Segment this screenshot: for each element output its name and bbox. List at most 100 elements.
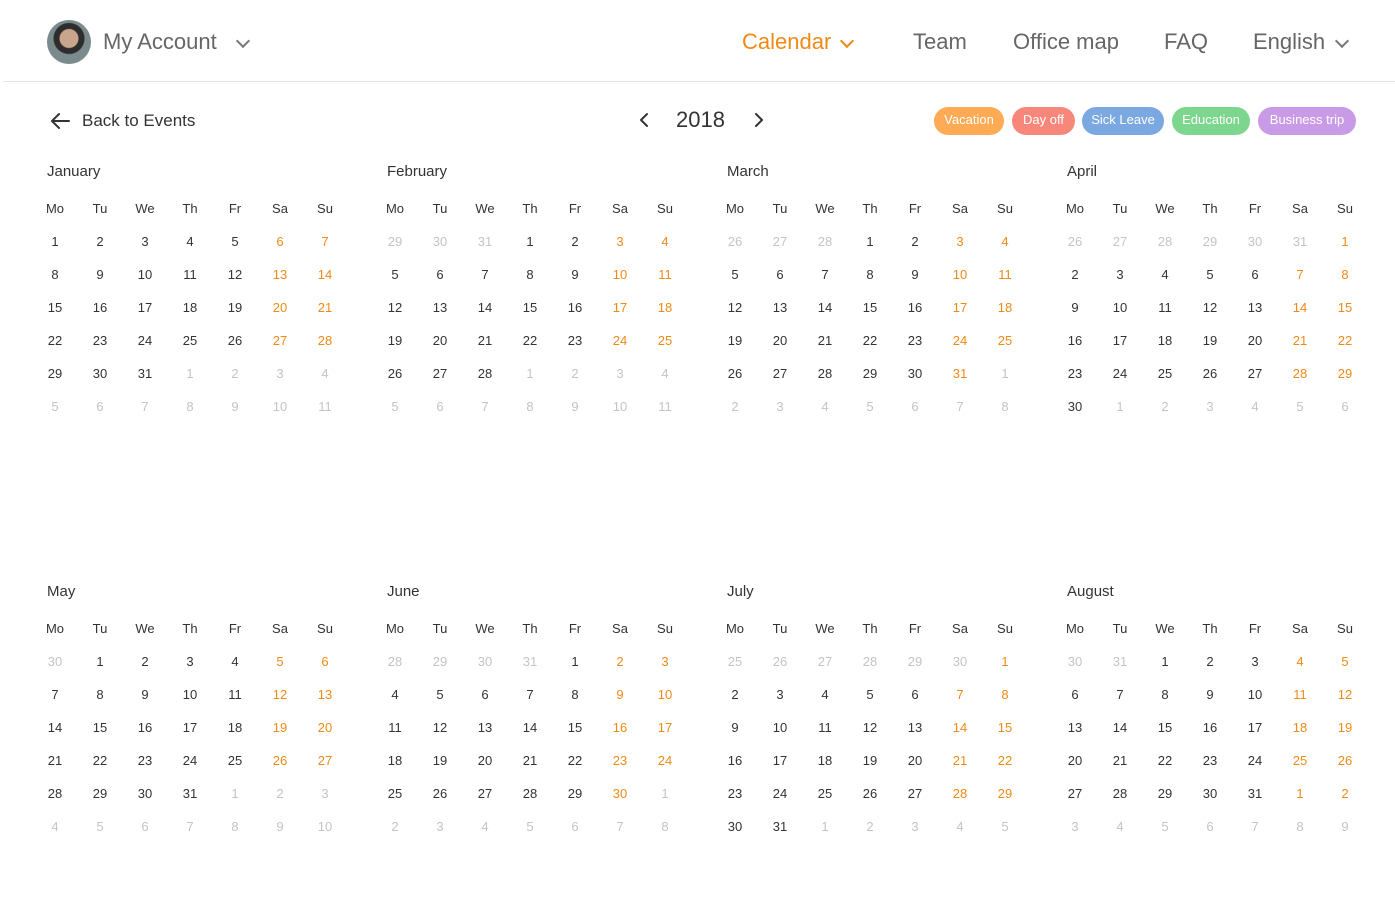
day-cell[interactable]: 30 xyxy=(40,654,70,669)
day-cell[interactable]: 23 xyxy=(900,333,930,348)
day-cell[interactable]: 6 xyxy=(1330,399,1360,414)
day-cell[interactable]: 21 xyxy=(810,333,840,348)
day-cell[interactable]: 24 xyxy=(1240,753,1270,768)
day-cell[interactable]: 10 xyxy=(605,399,635,414)
day-cell[interactable]: 3 xyxy=(945,234,975,249)
day-cell[interactable]: 1 xyxy=(855,234,885,249)
day-cell[interactable]: 16 xyxy=(1195,720,1225,735)
day-cell[interactable]: 22 xyxy=(1150,753,1180,768)
day-cell[interactable]: 2 xyxy=(380,819,410,834)
day-cell[interactable]: 24 xyxy=(1105,366,1135,381)
day-cell[interactable]: 13 xyxy=(1240,300,1270,315)
day-cell[interactable]: 26 xyxy=(380,366,410,381)
day-cell[interactable]: 24 xyxy=(130,333,160,348)
day-cell[interactable]: 13 xyxy=(470,720,500,735)
nav-language[interactable]: English xyxy=(1253,29,1325,55)
day-cell[interactable]: 2 xyxy=(720,687,750,702)
day-cell[interactable]: 4 xyxy=(220,654,250,669)
day-cell[interactable]: 5 xyxy=(1285,399,1315,414)
day-cell[interactable]: 1 xyxy=(810,819,840,834)
day-cell[interactable]: 16 xyxy=(85,300,115,315)
day-cell[interactable]: 1 xyxy=(990,366,1020,381)
day-cell[interactable]: 31 xyxy=(130,366,160,381)
day-cell[interactable]: 14 xyxy=(40,720,70,735)
day-cell[interactable]: 22 xyxy=(515,333,545,348)
day-cell[interactable]: 21 xyxy=(515,753,545,768)
day-cell[interactable]: 4 xyxy=(175,234,205,249)
day-cell[interactable]: 6 xyxy=(765,267,795,282)
day-cell[interactable]: 18 xyxy=(1285,720,1315,735)
day-cell[interactable]: 3 xyxy=(765,687,795,702)
day-cell[interactable]: 3 xyxy=(265,366,295,381)
day-cell[interactable]: 20 xyxy=(470,753,500,768)
day-cell[interactable]: 24 xyxy=(765,786,795,801)
day-cell[interactable]: 8 xyxy=(1330,267,1360,282)
day-cell[interactable]: 31 xyxy=(1285,234,1315,249)
day-cell[interactable]: 2 xyxy=(130,654,160,669)
day-cell[interactable]: 3 xyxy=(310,786,340,801)
day-cell[interactable]: 29 xyxy=(855,366,885,381)
day-cell[interactable]: 26 xyxy=(720,234,750,249)
day-cell[interactable]: 5 xyxy=(990,819,1020,834)
day-cell[interactable]: 27 xyxy=(1105,234,1135,249)
day-cell[interactable]: 2 xyxy=(900,234,930,249)
day-cell[interactable]: 10 xyxy=(945,267,975,282)
day-cell[interactable]: 25 xyxy=(220,753,250,768)
day-cell[interactable]: 25 xyxy=(1285,753,1315,768)
day-cell[interactable]: 14 xyxy=(1285,300,1315,315)
day-cell[interactable]: 2 xyxy=(560,234,590,249)
day-cell[interactable]: 14 xyxy=(515,720,545,735)
day-cell[interactable]: 7 xyxy=(1285,267,1315,282)
day-cell[interactable]: 10 xyxy=(605,267,635,282)
day-cell[interactable]: 1 xyxy=(1330,234,1360,249)
day-cell[interactable]: 2 xyxy=(265,786,295,801)
day-cell[interactable]: 3 xyxy=(1060,819,1090,834)
day-cell[interactable]: 27 xyxy=(265,333,295,348)
day-cell[interactable]: 17 xyxy=(130,300,160,315)
day-cell[interactable]: 6 xyxy=(425,399,455,414)
day-cell[interactable]: 15 xyxy=(990,720,1020,735)
nav-office-map[interactable]: Office map xyxy=(1013,29,1119,55)
day-cell[interactable]: 10 xyxy=(175,687,205,702)
day-cell[interactable]: 16 xyxy=(130,720,160,735)
day-cell[interactable]: 27 xyxy=(810,654,840,669)
day-cell[interactable]: 4 xyxy=(470,819,500,834)
avatar[interactable] xyxy=(47,20,91,64)
day-cell[interactable]: 20 xyxy=(265,300,295,315)
day-cell[interactable]: 1 xyxy=(515,366,545,381)
day-cell[interactable]: 9 xyxy=(605,687,635,702)
day-cell[interactable]: 25 xyxy=(720,654,750,669)
day-cell[interactable]: 28 xyxy=(855,654,885,669)
day-cell[interactable]: 31 xyxy=(1240,786,1270,801)
legend-sick-leave[interactable]: Sick Leave xyxy=(1082,107,1164,135)
day-cell[interactable]: 1 xyxy=(515,234,545,249)
day-cell[interactable]: 29 xyxy=(1330,366,1360,381)
nav-faq[interactable]: FAQ xyxy=(1164,29,1208,55)
day-cell[interactable]: 30 xyxy=(1060,654,1090,669)
day-cell[interactable]: 4 xyxy=(40,819,70,834)
day-cell[interactable]: 3 xyxy=(130,234,160,249)
day-cell[interactable]: 5 xyxy=(1150,819,1180,834)
day-cell[interactable]: 1 xyxy=(175,366,205,381)
day-cell[interactable]: 7 xyxy=(1240,819,1270,834)
day-cell[interactable]: 31 xyxy=(765,819,795,834)
day-cell[interactable]: 5 xyxy=(265,654,295,669)
day-cell[interactable]: 13 xyxy=(265,267,295,282)
day-cell[interactable]: 29 xyxy=(380,234,410,249)
day-cell[interactable]: 1 xyxy=(1150,654,1180,669)
day-cell[interactable]: 5 xyxy=(515,819,545,834)
day-cell[interactable]: 9 xyxy=(85,267,115,282)
next-year-icon[interactable] xyxy=(751,112,767,128)
day-cell[interactable]: 5 xyxy=(1330,654,1360,669)
day-cell[interactable]: 18 xyxy=(220,720,250,735)
day-cell[interactable]: 3 xyxy=(605,366,635,381)
day-cell[interactable]: 3 xyxy=(605,234,635,249)
day-cell[interactable]: 30 xyxy=(1195,786,1225,801)
day-cell[interactable]: 28 xyxy=(515,786,545,801)
day-cell[interactable]: 7 xyxy=(515,687,545,702)
day-cell[interactable]: 16 xyxy=(900,300,930,315)
day-cell[interactable]: 12 xyxy=(720,300,750,315)
day-cell[interactable]: 6 xyxy=(425,267,455,282)
day-cell[interactable]: 15 xyxy=(855,300,885,315)
day-cell[interactable]: 15 xyxy=(85,720,115,735)
